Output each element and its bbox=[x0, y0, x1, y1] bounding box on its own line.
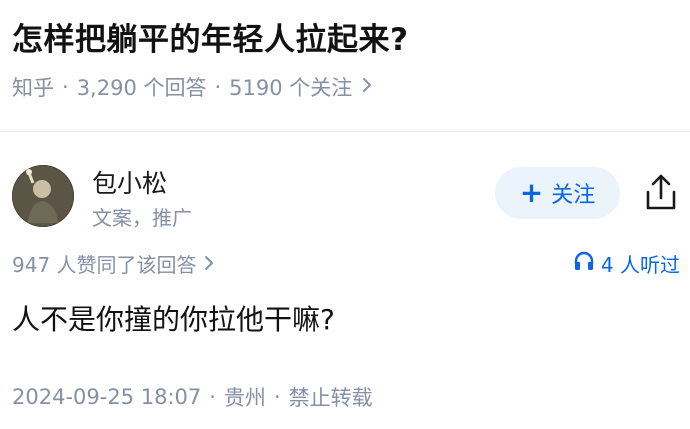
listeners-link[interactable]: 4 人听过 bbox=[573, 249, 680, 278]
post-location: 贵州 bbox=[223, 386, 266, 410]
question-meta[interactable]: 知乎 · 3,290 个回答 · 5190 个关注 bbox=[12, 72, 374, 102]
listeners-label: 4 人听过 bbox=[600, 253, 680, 277]
separator-dot: · bbox=[273, 385, 281, 409]
follow-button[interactable]: + 关注 bbox=[495, 167, 620, 219]
source-label: 知乎 bbox=[12, 76, 54, 100]
vote-count-label: 947 人赞同了该回答 bbox=[12, 253, 197, 277]
separator-dot: · bbox=[62, 75, 69, 99]
section-divider bbox=[0, 131, 690, 132]
plus-icon: + bbox=[519, 176, 544, 209]
vote-count[interactable]: 947 人赞同了该回答 bbox=[12, 249, 215, 278]
author-name[interactable]: 包小松 bbox=[92, 164, 167, 200]
separator-dot: · bbox=[209, 385, 216, 409]
question-title[interactable]: 怎样把躺平的年轻人拉起来? bbox=[12, 14, 408, 59]
share-icon[interactable] bbox=[643, 172, 679, 212]
headphones-icon bbox=[573, 250, 595, 277]
answers-count: 3,290 个回答 bbox=[76, 76, 207, 100]
chevron-right-icon bbox=[360, 75, 374, 99]
copyright-notice: 禁止转载 bbox=[288, 386, 373, 410]
author-bio: 文案，推广 bbox=[92, 206, 192, 230]
answer-content[interactable]: 人不是你撞的你拉他干嘛? bbox=[12, 298, 335, 338]
chevron-right-icon bbox=[203, 252, 215, 276]
followers-count: 5190 个关注 bbox=[229, 76, 353, 100]
answer-footer: 2024-09-25 18:07 · 贵州 · 禁止转载 bbox=[12, 382, 373, 412]
follow-label: 关注 bbox=[551, 183, 596, 208]
avatar[interactable] bbox=[12, 165, 74, 227]
separator-dot: · bbox=[214, 75, 222, 99]
post-datetime: 2024-09-25 18:07 bbox=[12, 385, 202, 409]
